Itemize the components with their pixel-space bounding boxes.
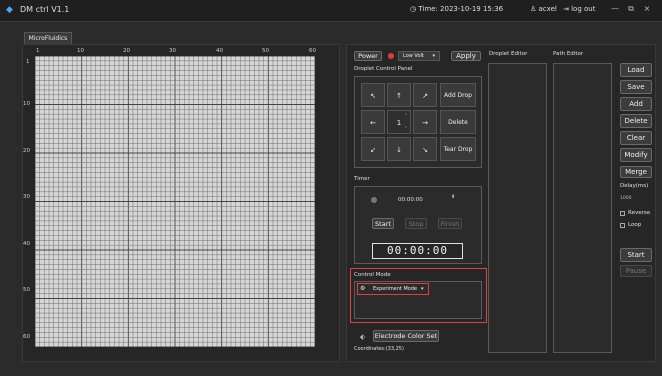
tear-drop-button[interactable]: Tear Drop — [440, 137, 476, 161]
x-tick-50: 50 — [262, 48, 269, 54]
path-editor-list[interactable] — [553, 63, 612, 353]
timer-start-button[interactable]: Start — [372, 218, 394, 229]
move-down-right-button[interactable]: ↘ — [413, 137, 437, 161]
y-tick-20: 20 — [23, 148, 30, 154]
grid-lines — [35, 56, 315, 347]
loop-checkbox[interactable] — [620, 223, 625, 228]
delay-label: Delay(ms) — [620, 183, 649, 189]
timer-digital-value: 00:00:00 — [387, 244, 448, 257]
mode-select[interactable]: ⚙ Experiment Mode ▾ — [359, 285, 427, 293]
user-icon: ♙ — [530, 5, 537, 13]
y-tick-40: 40 — [23, 241, 30, 247]
add-button[interactable]: Add — [620, 97, 652, 111]
timer-digital-display: 00:00:00 — [372, 243, 463, 259]
x-tick-60: 60 — [309, 48, 316, 54]
app-title: DM ctrl V1.1 — [20, 5, 70, 14]
user-display: ♙ acxel — [530, 5, 557, 13]
timer-status-indicator — [371, 197, 377, 203]
dropdown-arrow-icon: ▾ — [432, 53, 435, 59]
delay-value-input[interactable]: 1000 — [620, 196, 631, 201]
spin-up-icon[interactable]: ˄ — [405, 113, 407, 118]
delete-drop-button[interactable]: Delete Drop — [440, 110, 476, 150]
step-value: 1 — [396, 119, 402, 127]
move-down-button[interactable]: ↓ — [387, 137, 411, 161]
load-button[interactable]: Load — [620, 63, 652, 77]
logout-label: log out — [571, 5, 596, 13]
y-tick-60: 60 — [23, 334, 30, 340]
timer-value: 00:00:00 — [398, 197, 423, 203]
move-up-left-button[interactable]: ↖ — [361, 83, 385, 107]
x-tick-1: 1 — [36, 48, 40, 54]
clock-icon: ◷ — [410, 5, 417, 13]
timer-spin-icon[interactable]: ⬍ — [451, 195, 455, 200]
tab-microfluidics[interactable]: MicroFluidics — [24, 32, 72, 44]
coordinates-readout: Coordinates:(33,25) — [354, 346, 404, 352]
minimize-button[interactable]: — — [610, 4, 620, 13]
loop-label: Loop — [628, 222, 642, 228]
delete-button[interactable]: Delete — [620, 114, 652, 128]
clock-text: Time: 2023-10-19 15:36 — [418, 5, 504, 13]
power-indicator — [388, 53, 394, 59]
close-button[interactable]: × — [642, 4, 652, 13]
sequence-pause-button[interactable]: Pause — [620, 265, 652, 277]
y-tick-10: 10 — [23, 101, 30, 107]
droplet-panel-title: Droplet Control Panel — [354, 66, 413, 72]
droplet-editor-title: Droplet Editor — [489, 51, 528, 57]
move-up-right-button[interactable]: ↗ — [413, 83, 437, 107]
save-button[interactable]: Save — [620, 80, 652, 94]
timer-finish-button[interactable]: Finish — [438, 218, 462, 229]
move-right-button[interactable]: → — [413, 110, 437, 134]
path-editor-title: Path Editor — [553, 51, 584, 57]
app-logo-icon: ◆ — [6, 5, 13, 15]
y-tick-1: 1 — [26, 59, 30, 65]
spin-down-icon[interactable]: ˅ — [405, 126, 407, 131]
palette-icon: ⬖ — [360, 333, 366, 341]
step-spinbox[interactable]: 1 ˄ ˅ — [387, 110, 411, 134]
clear-button[interactable]: Clear — [620, 131, 652, 145]
volt-select-value: Low Volt — [403, 53, 424, 59]
electrode-grid[interactable] — [35, 56, 315, 347]
y-tick-50: 50 — [23, 287, 30, 293]
merge-button[interactable]: Merge — [620, 166, 652, 178]
clock-display: ◷ Time: 2023-10-19 15:36 — [410, 5, 503, 13]
logout-button[interactable]: ⇥ log out — [563, 5, 595, 13]
logout-icon: ⇥ — [563, 5, 569, 13]
sequence-start-button[interactable]: Start — [620, 248, 652, 262]
mode-dropdown-arrow-icon: ▾ — [421, 286, 424, 292]
modify-button[interactable]: Modify — [620, 148, 652, 162]
title-bar: ◆ DM ctrl V1.1 ◷ Time: 2023-10-19 15:36 … — [0, 0, 662, 22]
mode-select-value: Experiment Mode — [373, 286, 418, 292]
x-tick-30: 30 — [169, 48, 176, 54]
timer-stop-button[interactable]: Stop — [405, 218, 427, 229]
power-button[interactable]: Power — [354, 51, 382, 61]
x-tick-40: 40 — [216, 48, 223, 54]
apply-button[interactable]: Apply — [451, 51, 481, 61]
move-down-left-button[interactable]: ↙ — [361, 137, 385, 161]
reverse-checkbox[interactable] — [620, 211, 625, 216]
timer-title: Timer — [354, 176, 370, 182]
add-drop-button[interactable]: Add Drop — [440, 83, 476, 107]
x-tick-20: 20 — [123, 48, 130, 54]
x-tick-10: 10 — [77, 48, 84, 54]
droplet-editor-list[interactable] — [488, 63, 547, 353]
mode-gear-icon: ⚙ — [360, 285, 366, 292]
y-tick-30: 30 — [23, 194, 30, 200]
electrode-color-set-button[interactable]: Electrode Color Set — [373, 330, 439, 342]
move-left-button[interactable]: ← — [361, 110, 385, 134]
reverse-label: Reverse — [628, 210, 651, 216]
move-up-button[interactable]: ↑ — [387, 83, 411, 107]
control-mode-title: Control Mode — [354, 272, 391, 278]
user-name: acxel — [538, 5, 557, 13]
volt-select[interactable]: Low Volt ▾ — [398, 51, 440, 61]
restore-button[interactable]: ⧉ — [626, 4, 636, 14]
